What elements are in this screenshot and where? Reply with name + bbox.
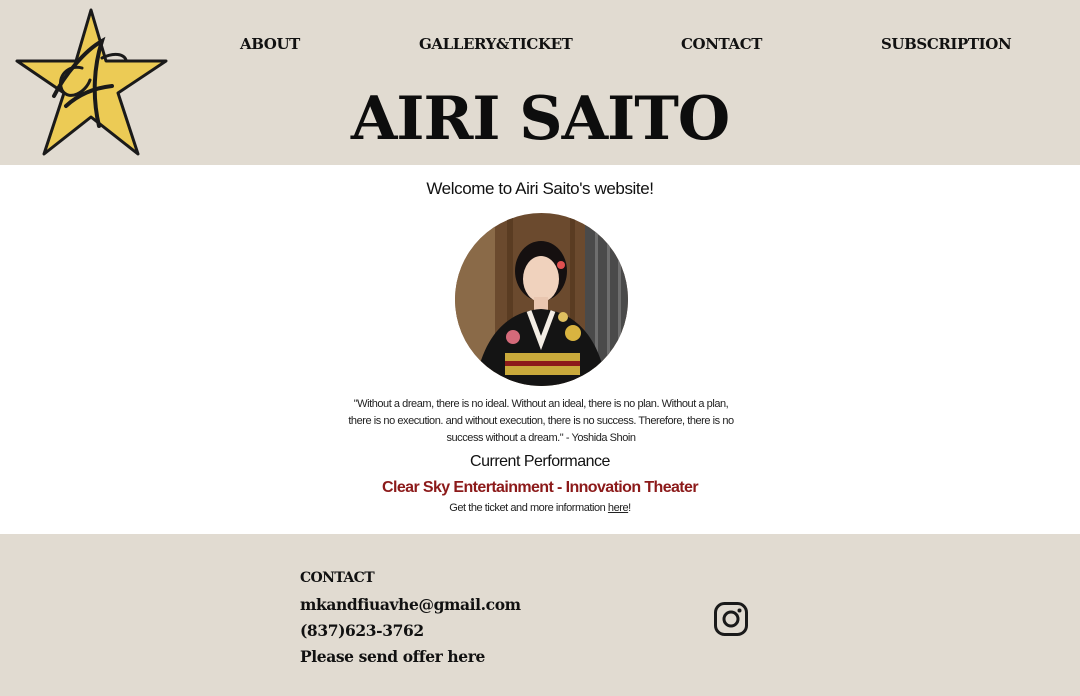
ticket-info: Get the ticket and more information here…	[0, 502, 1080, 518]
site-header: ABOUT GALLERY&TICKET CONTACT SUBSCRIPTIO…	[0, 0, 1080, 165]
footer-offer-link[interactable]: Please send offer here	[300, 647, 485, 666]
performance-title: Clear Sky Entertainment - Innovation The…	[382, 479, 699, 496]
ticket-here-link[interactable]: here	[608, 502, 629, 514]
ticket-info-text: Get the ticket and more information	[449, 502, 608, 514]
nav-gallery-ticket[interactable]: GALLERY&TICKET	[419, 32, 573, 56]
nav-contact[interactable]: CONTACT	[681, 32, 762, 56]
site-footer: CONTACT mkandfiuavhe@gmail.com (837)623-…	[0, 534, 1080, 696]
ticket-info-suffix: !	[628, 502, 631, 514]
instagram-icon[interactable]	[713, 601, 749, 637]
quote-line: "Without a dream, there is no ideal. Wit…	[353, 398, 729, 410]
quote-line: success without a dream." - Yoshida Shoi…	[446, 432, 636, 444]
nav-about[interactable]: ABOUT	[240, 32, 300, 56]
site-title: AIRI SAITO	[350, 84, 730, 154]
quote-line: there is no execution. and without execu…	[348, 415, 734, 427]
quote-block: "Without a dream, there is no ideal. Wit…	[345, 396, 737, 447]
footer-phone[interactable]: (837)623-3762	[300, 621, 424, 640]
nav-subscription[interactable]: SUBSCRIPTION	[881, 32, 1012, 56]
welcome-heading: Welcome to Airi Saito's website!	[426, 179, 654, 198]
main-content: Welcome to Airi Saito's website! "Withou…	[0, 165, 1080, 534]
portrait-photo	[455, 213, 628, 386]
footer-contact-heading: CONTACT	[300, 570, 375, 586]
current-performance-heading: Current Performance	[470, 453, 610, 470]
footer-email[interactable]: mkandfiuavhe@gmail.com	[300, 595, 521, 614]
